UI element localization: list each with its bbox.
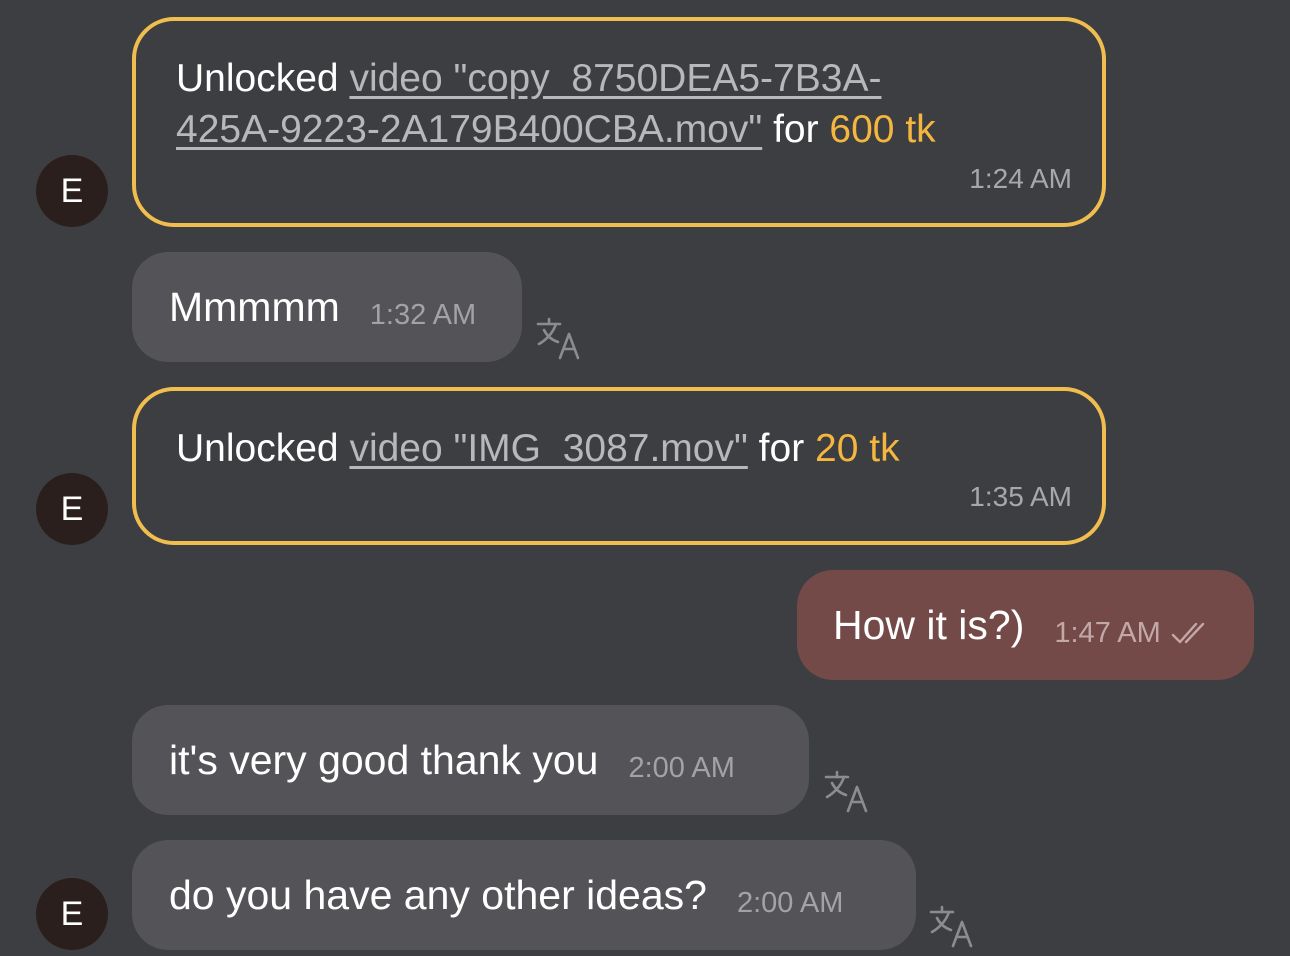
video-link[interactable]: video "IMG_3087.mov" xyxy=(349,427,747,470)
for-label: for xyxy=(758,427,805,470)
avatar[interactable]: E xyxy=(36,878,108,950)
translate-icon[interactable] xyxy=(536,316,582,362)
token-amount: 600 tk xyxy=(829,108,936,151)
incoming-message[interactable]: it's very good thank you 2:00 AM xyxy=(132,705,809,815)
outgoing-message[interactable]: How it is?) 1:47 AM xyxy=(797,570,1254,680)
message-time: 2:00 AM xyxy=(628,751,735,784)
unlock-text: Unlocked video "copy_8750DEA5-7B3A- 425A-… xyxy=(176,53,1062,155)
message-text: do you have any other ideas? xyxy=(169,871,707,918)
message-time: 1:47 AM xyxy=(1054,616,1161,649)
avatar[interactable]: E xyxy=(36,155,108,227)
message-text: Mmmmm xyxy=(169,283,340,330)
unlock-message: Unlocked video "IMG_3087.mov" for 20 tk … xyxy=(132,387,1106,545)
unlock-prefix: Unlocked xyxy=(176,427,339,470)
avatar[interactable]: E xyxy=(36,473,108,545)
message-time-wrap: 1:47 AM xyxy=(1054,617,1210,650)
for-label: for xyxy=(773,108,819,151)
message-time: 2:00 AM xyxy=(736,886,844,919)
message-text: it's very good thank you xyxy=(169,736,599,783)
unlock-text: Unlocked video "IMG_3087.mov" for 20 tk xyxy=(176,423,1062,474)
message-text: How it is?) xyxy=(833,601,1025,648)
token-amount: 20 tk xyxy=(815,427,900,470)
translate-icon[interactable] xyxy=(929,904,975,950)
incoming-message[interactable]: do you have any other ideas? 2:00 AM xyxy=(132,840,916,950)
unlock-prefix: Unlocked xyxy=(176,57,339,100)
double-check-icon xyxy=(1171,622,1204,644)
message-time: 1:32 AM xyxy=(369,298,477,331)
incoming-message[interactable]: Mmmmm 1:32 AM xyxy=(132,252,522,362)
message-time: 1:35 AM xyxy=(969,481,1072,512)
translate-icon[interactable] xyxy=(824,769,870,815)
unlock-message: Unlocked video "copy_8750DEA5-7B3A- 425A-… xyxy=(132,17,1106,227)
message-time: 1:24 AM xyxy=(969,163,1072,194)
